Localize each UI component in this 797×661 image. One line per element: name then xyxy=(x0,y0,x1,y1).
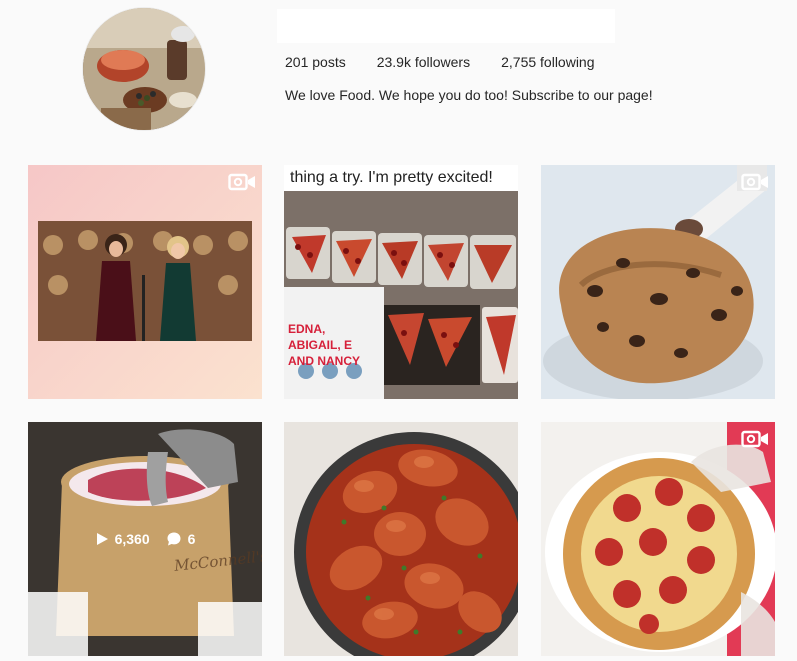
post-tile-4[interactable]: McConnell's 6,360 6 xyxy=(28,422,262,656)
profile-avatar[interactable] xyxy=(83,8,205,130)
post-tile-3[interactable] xyxy=(541,165,775,399)
comments-count: 6 xyxy=(187,531,196,547)
views-count: 6,360 xyxy=(114,531,150,547)
post-tile-6[interactable] xyxy=(541,422,775,656)
post-hover-stats: 6,360 6 xyxy=(28,422,262,656)
video-camera-icon xyxy=(741,430,769,448)
play-icon xyxy=(96,533,108,545)
avatar-food-image xyxy=(83,8,205,130)
post-image-cookie xyxy=(541,165,775,399)
profile-stats: 201 posts 23.9k followers 2,755 followin… xyxy=(285,54,626,70)
video-camera-icon xyxy=(741,173,769,191)
posts-count[interactable]: 201 posts xyxy=(285,54,346,70)
post-image-award-show xyxy=(28,165,262,399)
post-image-stuffed-crust-pizza xyxy=(541,422,775,656)
views-count-group: 6,360 xyxy=(95,531,150,547)
post-tile-5[interactable] xyxy=(284,422,518,656)
post-tile-2[interactable]: thing a try. I'm pretty excited! EDNA, A… xyxy=(284,165,518,399)
post-image-chicken-pot xyxy=(284,422,518,656)
post-tile-1[interactable] xyxy=(28,165,262,399)
comment-bubble-icon xyxy=(167,532,181,546)
comments-count-group: 6 xyxy=(166,531,196,547)
followers-count[interactable]: 23.9k followers xyxy=(377,54,470,70)
profile-bio: We love Food. We hope you do too! Subscr… xyxy=(285,87,653,103)
video-camera-icon xyxy=(228,173,256,191)
pizza-box-text: EDNA, ABIGAIL, E AND NANCY xyxy=(288,322,360,368)
following-count[interactable]: 2,755 following xyxy=(501,54,594,70)
username-bar xyxy=(277,9,615,43)
post-caption-overlay: thing a try. I'm pretty excited! xyxy=(284,165,518,191)
